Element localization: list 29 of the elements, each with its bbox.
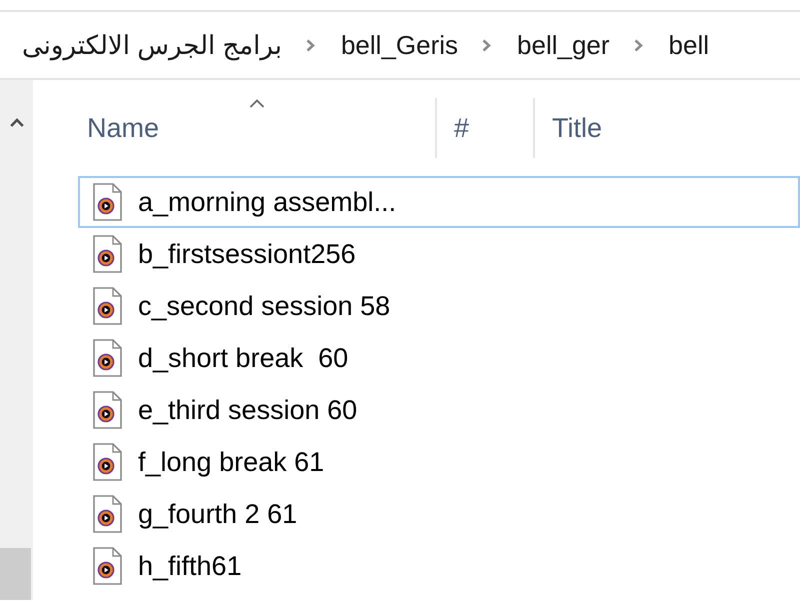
media-file-icon — [93, 183, 122, 221]
breadcrumb-item[interactable]: bell — [666, 28, 712, 62]
file-list-item[interactable]: h_fifth61 — [78, 540, 800, 592]
chevron-right-icon[interactable] — [306, 38, 315, 52]
file-list-item[interactable]: d_short break 60 — [78, 332, 800, 384]
media-file-icon — [93, 391, 122, 429]
chevron-right-icon[interactable] — [634, 38, 643, 52]
file-list-item[interactable]: f_long break 61 — [78, 436, 800, 488]
scroll-up-icon[interactable] — [10, 118, 24, 127]
media-file-icon — [93, 287, 122, 325]
file-list-item[interactable]: c_second session 58 — [78, 280, 800, 332]
media-file-icon — [93, 443, 122, 481]
media-file-icon — [93, 547, 122, 585]
file-list-item[interactable]: b_firstsessiont256 — [78, 228, 800, 280]
media-file-icon — [93, 235, 122, 273]
chevron-right-icon[interactable] — [482, 38, 492, 52]
column-header[interactable]: Title — [535, 98, 800, 158]
column-header[interactable]: Name — [78, 98, 437, 158]
breadcrumb-item[interactable]: برامج الجرس الالكترونى — [20, 28, 284, 62]
breadcrumb-item[interactable]: bell_Geris — [338, 28, 460, 62]
column-header[interactable]: # — [437, 98, 535, 158]
file-list-item[interactable]: e_third session 60 — [78, 384, 800, 436]
caret-up-icon — [248, 98, 264, 108]
file-list-item[interactable]: a_morning assembl... — [78, 176, 800, 228]
breadcrumb-item[interactable]: bell_ger — [515, 28, 612, 62]
media-file-icon — [93, 495, 122, 533]
media-file-icon — [93, 339, 122, 377]
file-list-item[interactable]: g_fourth 2 61 — [78, 488, 800, 540]
scrollbar-thumb[interactable] — [0, 548, 31, 600]
